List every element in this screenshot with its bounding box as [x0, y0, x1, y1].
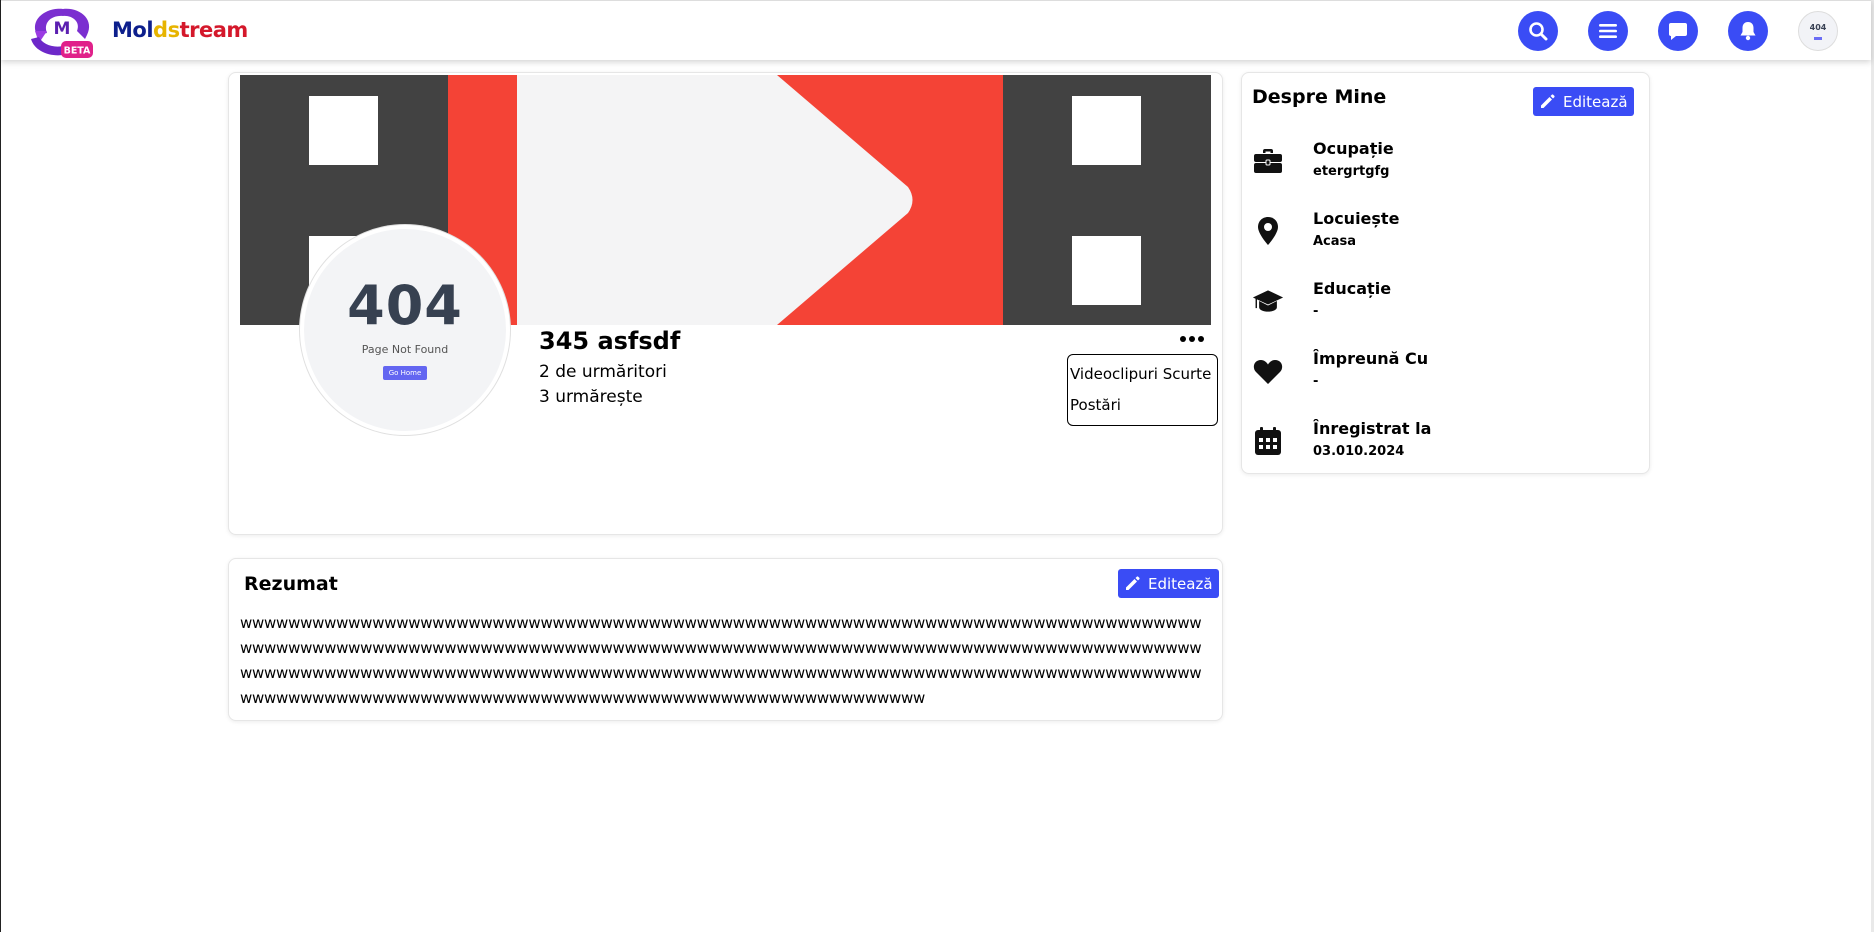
bell-icon — [1740, 22, 1756, 41]
about-item-registered: Înregistrat la 03.010.2024 — [1252, 419, 1632, 469]
occupation-value: etergrtgfg — [1313, 164, 1390, 179]
about-item-partner: Împreună Cu - — [1252, 349, 1632, 399]
profile-card: 404 Page Not Found Go Home 345 asfsdf 2 … — [228, 72, 1223, 535]
edit-summary-label: Editează — [1148, 574, 1213, 593]
menu-item-posts[interactable]: Postări — [1070, 388, 1215, 423]
dot-icon — [1189, 336, 1195, 342]
heart-icon — [1253, 360, 1283, 384]
following-count[interactable]: 3 urmărește — [539, 387, 643, 407]
user-avatar-button[interactable]: 404 ··· — [1798, 11, 1838, 51]
about-item-occupation: Ocupație etergrtgfg — [1252, 139, 1632, 189]
calendar-icon — [1255, 427, 1281, 455]
edit-about-label: Editează — [1563, 92, 1628, 111]
location-pin-icon — [1258, 217, 1278, 245]
graduation-cap-icon — [1252, 290, 1284, 312]
avatar-error-message: Page Not Found — [361, 343, 449, 356]
profile-name: 345 asfsdf — [539, 327, 681, 355]
education-label: Educație — [1313, 279, 1392, 298]
summary-title: Rezumat — [244, 573, 338, 595]
brand-name[interactable]: Moldstream — [112, 18, 248, 42]
avatar-error-code: 404 — [347, 274, 463, 337]
chat-icon — [1669, 23, 1687, 40]
about-item-education: Educație - — [1252, 279, 1632, 329]
pencil-icon — [1541, 93, 1555, 108]
menu-button[interactable] — [1588, 11, 1628, 51]
messages-button[interactable] — [1658, 11, 1698, 51]
notifications-button[interactable] — [1728, 11, 1768, 51]
about-me-card: Despre Mine Editează Ocupație etergrtgfg… — [1241, 72, 1650, 474]
brand-part-2: ds — [153, 18, 180, 42]
brand-part-3: tr — [179, 18, 200, 42]
education-value: - — [1313, 304, 1319, 319]
search-icon — [1529, 22, 1548, 41]
occupation-label: Ocupație — [1313, 139, 1394, 158]
about-item-location: Locuiește Acasa — [1252, 209, 1632, 259]
top-navbar: BETA M Moldstream 404 ··· — [1, 0, 1871, 60]
avatar-mini-button — [1814, 36, 1822, 40]
summary-text: wwwwwwwwwwwwwwwwwwwwwwwwwwwwwwwwwwwwwwww… — [240, 614, 1202, 707]
dot-icon — [1198, 336, 1204, 342]
moldstream-logo[interactable]: BETA M — [25, 5, 101, 59]
about-title: Despre Mine — [1252, 86, 1387, 108]
avatar-code: 404 — [1809, 22, 1827, 32]
more-options-button[interactable] — [1180, 332, 1204, 346]
profile-options-menu: Videoclipuri Scurte Postări — [1067, 354, 1218, 426]
svg-text:BETA: BETA — [64, 46, 91, 57]
partner-label: Împreună Cu — [1313, 349, 1429, 368]
brand-part-1: Mol — [112, 18, 154, 42]
svg-text:M: M — [54, 19, 71, 39]
briefcase-icon — [1254, 149, 1282, 173]
profile-avatar[interactable]: 404 Page Not Found Go Home — [300, 225, 510, 435]
menu-item-short-videos[interactable]: Videoclipuri Scurte — [1070, 357, 1215, 392]
search-button[interactable] — [1518, 11, 1558, 51]
followers-count[interactable]: 2 de urmăritori — [539, 362, 667, 382]
location-label: Locuiește — [1313, 209, 1400, 228]
logo-icon: BETA M — [31, 8, 93, 58]
location-value: Acasa — [1313, 234, 1357, 249]
dot-icon — [1180, 336, 1186, 342]
edit-about-button[interactable]: Editează — [1533, 87, 1634, 116]
registered-value: 03.010.2024 — [1313, 444, 1405, 459]
avatar-go-home-button: Go Home — [382, 366, 428, 380]
brand-part-4: eam — [198, 18, 248, 42]
partner-value: - — [1313, 374, 1319, 389]
edit-summary-button[interactable]: Editează — [1118, 569, 1219, 598]
registered-label: Înregistrat la — [1313, 419, 1432, 438]
menu-icon — [1599, 24, 1617, 38]
avatar-mini-text: ··· — [1816, 31, 1820, 36]
summary-card: Rezumat Editează wwwwwwwwwwwwwwwwwwwwwww… — [228, 558, 1223, 721]
pencil-icon — [1126, 575, 1140, 590]
